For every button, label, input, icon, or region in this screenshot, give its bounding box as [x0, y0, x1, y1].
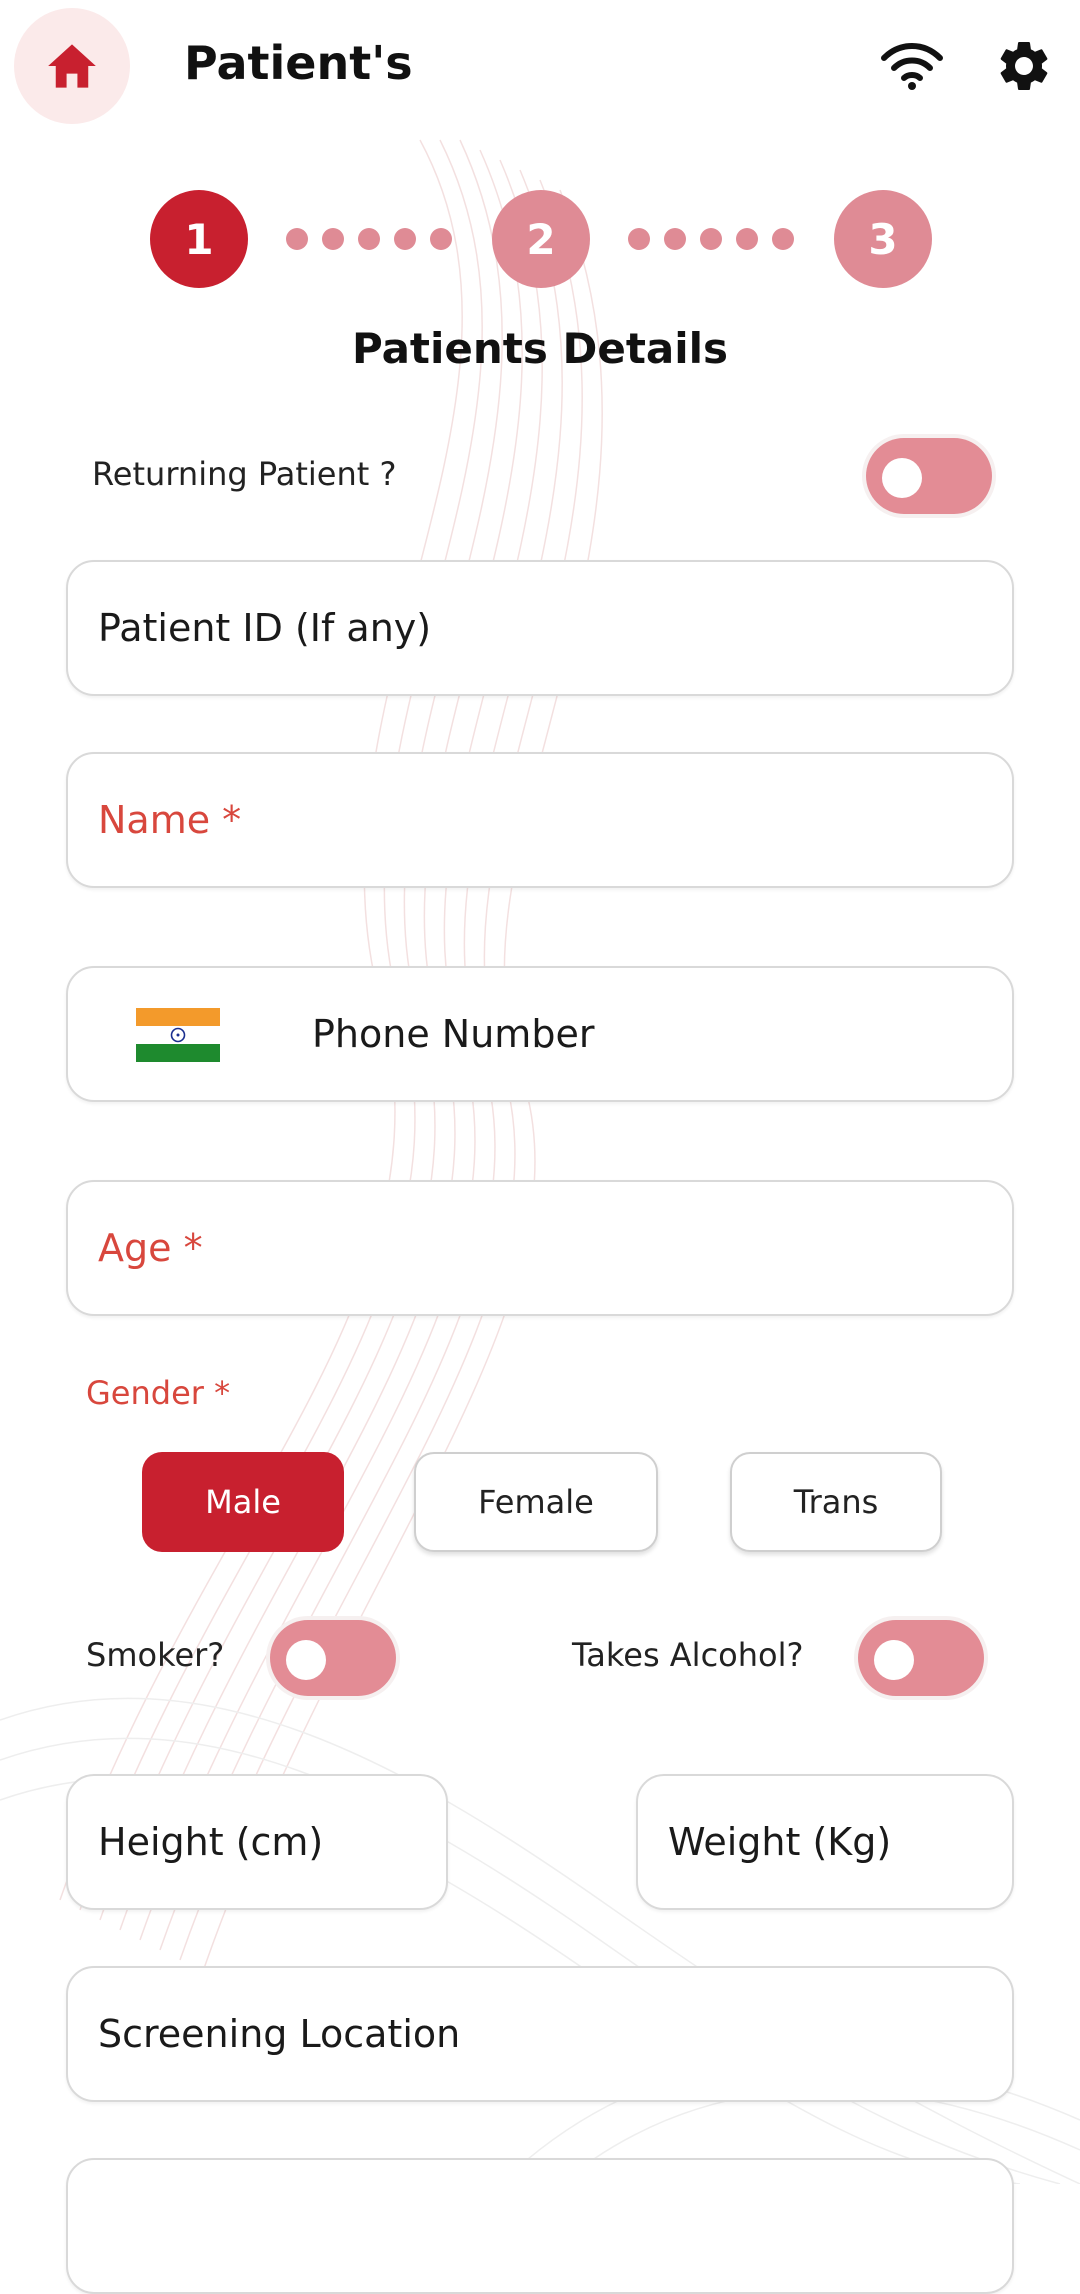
- screening-location-field[interactable]: Screening Location: [66, 1966, 1014, 2102]
- step-connector-dot: [700, 228, 722, 250]
- phone-number-field[interactable]: Phone Number: [66, 966, 1014, 1102]
- returning-patient-toggle[interactable]: [866, 438, 992, 514]
- step-connector-dot: [664, 228, 686, 250]
- step-connector-dot: [322, 228, 344, 250]
- toggle-knob: [874, 1640, 914, 1680]
- toggle-knob: [286, 1640, 326, 1680]
- age-field[interactable]: Age *: [66, 1180, 1014, 1316]
- wifi-icon: [881, 43, 943, 90]
- gender-label: Gender *: [86, 1374, 231, 1412]
- weight-field[interactable]: Weight (Kg): [636, 1774, 1014, 1910]
- step-3[interactable]: 3: [834, 190, 932, 288]
- screening-location-placeholder: Screening Location: [98, 2012, 461, 2056]
- gender-female-button[interactable]: Female: [414, 1452, 658, 1552]
- name-field[interactable]: Name *: [66, 752, 1014, 888]
- toggle-knob: [882, 458, 922, 498]
- smoker-toggle[interactable]: [270, 1620, 396, 1696]
- gender-trans-button[interactable]: Trans: [730, 1452, 942, 1552]
- page-title: Patient's: [184, 36, 413, 90]
- patient-id-placeholder: Patient ID (If any): [98, 606, 432, 650]
- patient-id-field[interactable]: Patient ID (If any): [66, 560, 1014, 696]
- step-connector-dot: [286, 228, 308, 250]
- gear-icon[interactable]: [994, 36, 1054, 96]
- home-icon: [48, 44, 96, 88]
- alcohol-label: Takes Alcohol?: [572, 1636, 804, 1674]
- step-connector-dot: [394, 228, 416, 250]
- step-connector-dot: [358, 228, 380, 250]
- height-placeholder: Height (cm): [98, 1820, 324, 1864]
- step-2[interactable]: 2: [492, 190, 590, 288]
- next-field[interactable]: [66, 2158, 1014, 2294]
- step-connector-dot: [430, 228, 452, 250]
- home-button[interactable]: [14, 8, 130, 124]
- step-1[interactable]: 1: [150, 190, 248, 288]
- weight-placeholder: Weight (Kg): [668, 1820, 892, 1864]
- phone-number-placeholder: Phone Number: [312, 1012, 595, 1056]
- name-placeholder: Name *: [98, 798, 242, 842]
- step-connector-dot: [628, 228, 650, 250]
- returning-patient-label: Returning Patient ?: [92, 455, 397, 493]
- india-flag-icon[interactable]: [136, 1008, 220, 1062]
- height-field[interactable]: Height (cm): [66, 1774, 448, 1910]
- age-placeholder: Age *: [98, 1226, 203, 1270]
- gender-male-button[interactable]: Male: [142, 1452, 344, 1552]
- smoker-label: Smoker?: [86, 1636, 225, 1674]
- step-connector-dot: [736, 228, 758, 250]
- step-connector-dot: [772, 228, 794, 250]
- section-title: Patients Details: [351, 324, 729, 373]
- alcohol-toggle[interactable]: [858, 1620, 984, 1696]
